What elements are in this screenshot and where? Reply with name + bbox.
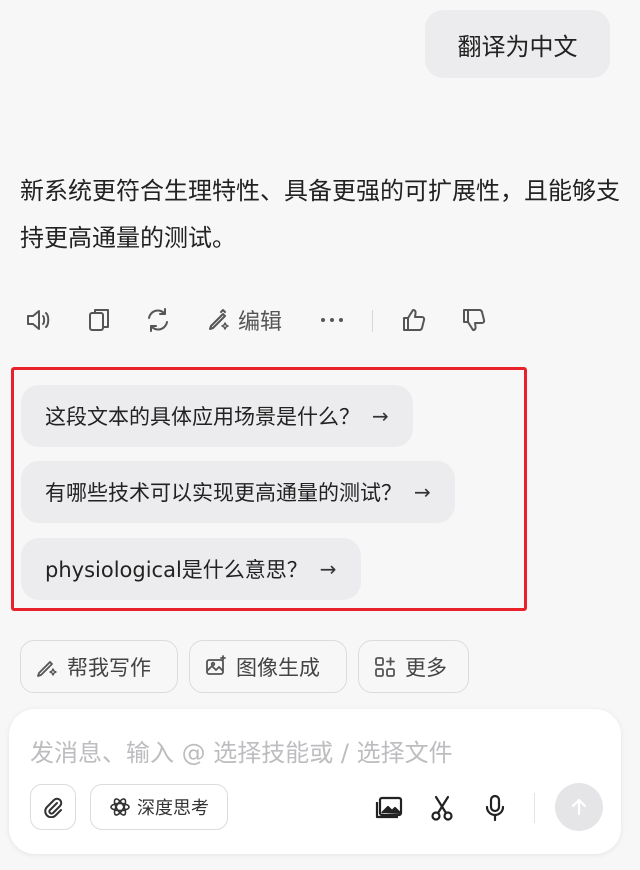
copy-icon[interactable] xyxy=(86,298,112,342)
user-message-text: 翻译为中文 xyxy=(457,32,578,61)
write-help-label: 帮我写作 xyxy=(67,655,151,680)
arrow-right-icon: → xyxy=(414,480,431,504)
suggestion-text: 有哪些技术可以实现更高通量的测试？ xyxy=(45,481,402,505)
message-input[interactable]: 发消息、输入 @ 选择技能或 / 选择文件 xyxy=(30,733,453,768)
edit-button[interactable]: 编辑 xyxy=(206,298,282,342)
message-actions: 编辑 xyxy=(20,298,500,342)
arrow-up-icon xyxy=(571,798,587,816)
actions-divider xyxy=(372,310,373,332)
send-button[interactable] xyxy=(555,783,603,831)
arrow-right-icon: → xyxy=(319,557,337,581)
message-composer: 发消息、输入 @ 选择技能或 / 选择文件 深度思考 xyxy=(9,709,621,854)
image-gen-button[interactable]: 图像生成 xyxy=(189,640,347,693)
thumbs-down-icon[interactable] xyxy=(460,298,488,342)
more-dots-icon[interactable] xyxy=(318,298,346,342)
image-gen-label: 图像生成 xyxy=(236,655,320,680)
deep-think-button[interactable]: 深度思考 xyxy=(90,784,228,830)
edit-label: 编辑 xyxy=(238,310,283,335)
image-icon xyxy=(206,654,226,675)
deep-think-label: 深度思考 xyxy=(137,798,209,819)
composer-divider xyxy=(534,793,535,823)
paperclip-icon xyxy=(44,797,63,818)
speaker-icon[interactable] xyxy=(24,298,52,342)
suggestion-chip[interactable]: 有哪些技术可以实现更高通量的测试？ → xyxy=(21,461,455,523)
write-help-button[interactable]: 帮我写作 xyxy=(20,640,178,693)
microphone-icon[interactable] xyxy=(480,793,510,823)
thumbs-up-icon[interactable] xyxy=(400,298,428,342)
suggestion-chip[interactable]: physiological是什么意思？ → xyxy=(21,538,361,600)
grid-icon xyxy=(375,656,395,677)
refresh-icon[interactable] xyxy=(144,298,172,342)
more-tools-label: 更多 xyxy=(405,655,447,680)
suggestion-text: physiological是什么意思？ xyxy=(45,558,308,582)
arrow-right-icon: → xyxy=(372,404,389,428)
pen-sparkle-icon xyxy=(37,660,57,677)
image-upload-icon[interactable] xyxy=(374,793,404,823)
assistant-answer: 新系统更符合生理特性、具备更强的可扩展性，且能够支持更高通量的测试。 xyxy=(20,177,620,252)
user-message-bubble: 翻译为中文 xyxy=(425,10,610,78)
scissors-icon[interactable] xyxy=(427,793,457,823)
atom-icon xyxy=(110,798,130,816)
more-tools-button[interactable]: 更多 xyxy=(358,640,469,693)
attach-button[interactable] xyxy=(30,784,76,830)
suggestion-text: 这段文本的具体应用场景是什么？ xyxy=(45,405,360,429)
suggestion-chip[interactable]: 这段文本的具体应用场景是什么？ → xyxy=(21,385,413,447)
